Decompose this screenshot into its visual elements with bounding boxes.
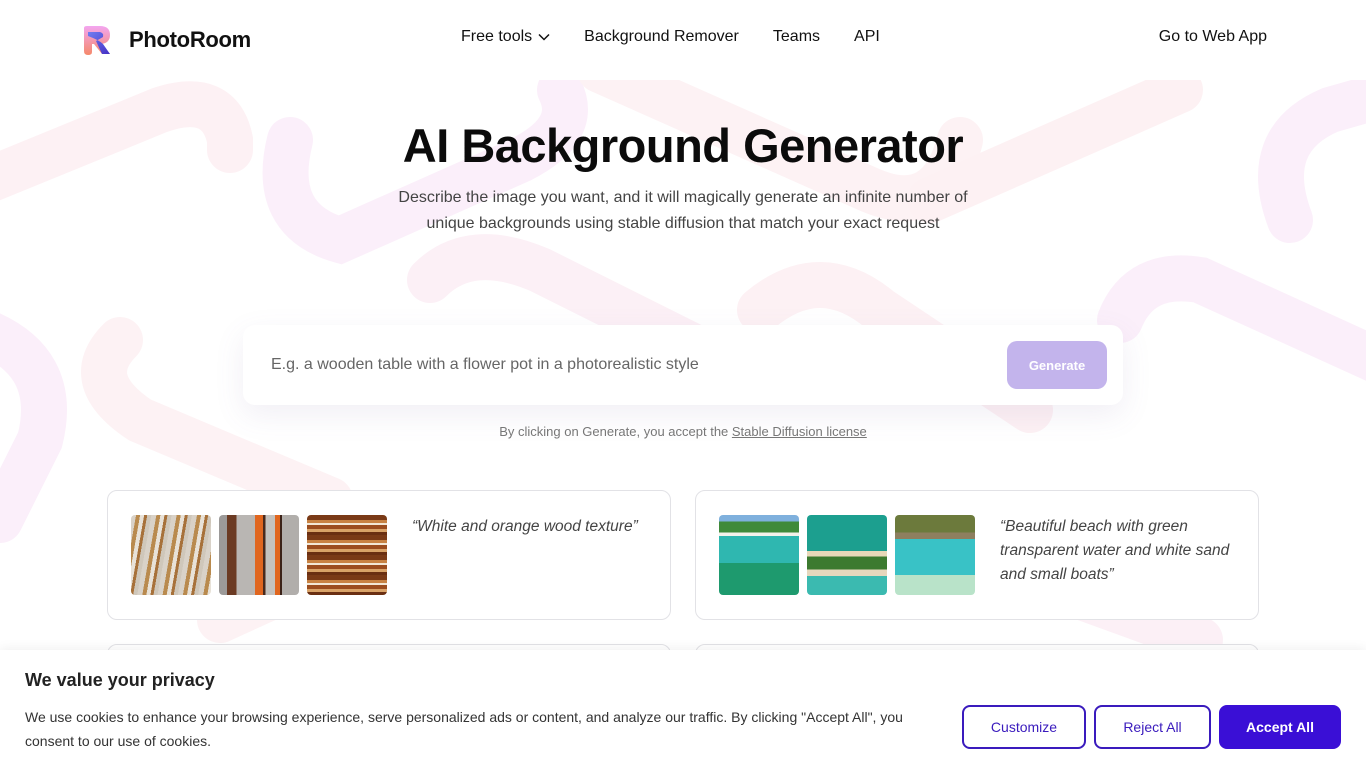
example-thumbnails <box>131 515 395 595</box>
nav-api[interactable]: API <box>854 28 880 46</box>
wood-texture-thumbnail[interactable] <box>219 515 299 595</box>
example-card[interactable]: “Beautiful beach with green transparent … <box>695 490 1259 620</box>
brand-name: PhotoRoom <box>129 27 251 52</box>
stable-diffusion-license-link[interactable]: Stable Diffusion license <box>732 424 867 439</box>
page-title: AI Background Generator <box>402 119 964 172</box>
reject-all-button[interactable]: Reject All <box>1094 705 1211 749</box>
prompt-box: Generate <box>243 325 1123 405</box>
customize-button[interactable]: Customize <box>962 705 1086 749</box>
beach-thumbnail[interactable] <box>895 515 975 595</box>
beach-thumbnail[interactable] <box>719 515 799 595</box>
license-notice: By clicking on Generate, you accept the … <box>0 424 1366 439</box>
accept-all-button[interactable]: Accept All <box>1219 705 1341 749</box>
example-prompt-quote: “White and orange wood texture” <box>412 518 638 535</box>
wood-texture-thumbnail[interactable] <box>307 515 387 595</box>
cookie-banner: We value your privacy We use cookies to … <box>0 650 1366 768</box>
example-thumbnails <box>719 515 983 595</box>
nav-free-tools-label: Free tools <box>461 28 533 45</box>
main-nav: Free tools Background Remover Teams API <box>461 28 914 46</box>
site-header: PhotoRoom Free tools Background Remover … <box>0 0 1366 80</box>
logo[interactable]: PhotoRoom <box>82 24 251 56</box>
photoroom-logo-icon <box>84 26 110 55</box>
go-to-web-app-link[interactable]: Go to Web App <box>1159 28 1267 46</box>
generate-button[interactable]: Generate <box>1007 341 1107 389</box>
nav-background-remover[interactable]: Background Remover <box>584 28 739 46</box>
cookie-title: We value your privacy <box>25 670 215 690</box>
beach-thumbnail[interactable] <box>807 515 887 595</box>
wood-texture-thumbnail[interactable] <box>131 515 211 595</box>
example-prompt-quote: “Beautiful beach with green transparent … <box>1000 518 1230 583</box>
page-subtitle: Describe the image you want, and it will… <box>398 189 968 232</box>
license-prefix: By clicking on Generate, you accept the <box>499 424 732 439</box>
cookie-text: We use cookies to enhance your browsing … <box>25 709 903 749</box>
nav-free-tools[interactable]: Free tools <box>461 28 550 46</box>
chevron-down-icon <box>538 33 550 41</box>
nav-teams[interactable]: Teams <box>773 28 820 46</box>
example-card[interactable]: “White and orange wood texture” <box>107 490 671 620</box>
prompt-input[interactable] <box>259 345 999 385</box>
